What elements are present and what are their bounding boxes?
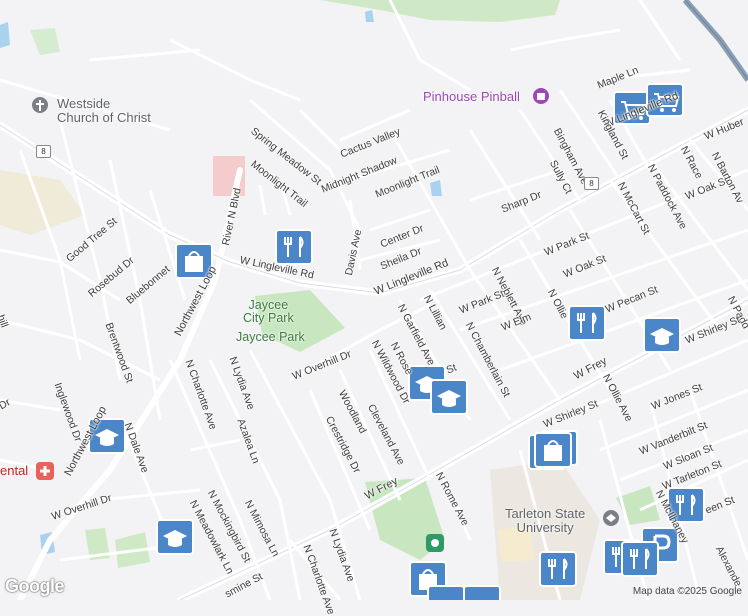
- school-pin-5[interactable]: [156, 519, 194, 555]
- park-icon[interactable]: [426, 534, 444, 552]
- water-2: [430, 180, 442, 196]
- church-icon[interactable]: [32, 97, 48, 113]
- restaurant-pin-2[interactable]: [568, 305, 606, 341]
- university-icon[interactable]: [603, 510, 619, 526]
- hospital-icon[interactable]: [36, 462, 54, 480]
- sand-left: [0, 170, 85, 235]
- poi-dental[interactable]: ental: [0, 464, 28, 478]
- pinball-icon[interactable]: [533, 88, 549, 104]
- poi-tarleton-state-university[interactable]: Tarleton State University: [505, 507, 585, 534]
- shopping-bag-pin-5[interactable]: [463, 585, 501, 600]
- google-logo: Google: [5, 576, 65, 596]
- map-data-attribution: Map data ©2025 Google: [632, 586, 742, 597]
- left-green-1: [30, 28, 60, 55]
- shopping-bag-pin-4[interactable]: [427, 585, 465, 600]
- poi-pinhouse-pinball[interactable]: Pinhouse Pinball: [423, 90, 520, 104]
- route-8-shield-right: 8: [584, 177, 599, 190]
- shopping-bag-pin-2[interactable]: [528, 430, 578, 470]
- water-4: [0, 22, 10, 48]
- poi-jaycee-park[interactable]: Jaycee Park: [236, 330, 305, 344]
- north-park-area: [320, 0, 560, 22]
- school-pin-3[interactable]: [430, 379, 468, 415]
- route-8-shield-left: 8: [36, 145, 51, 158]
- restaurant-pin-1[interactable]: [275, 229, 313, 265]
- poi-westside-church[interactable]: Westside Church of Christ: [57, 97, 151, 124]
- water-1: [365, 10, 374, 22]
- school-pin-1[interactable]: [643, 317, 681, 353]
- restaurant-pin-6[interactable]: [539, 551, 577, 587]
- poi-jaycee-city-park[interactable]: Jaycee City Park: [243, 298, 294, 325]
- highway: [682, 0, 748, 82]
- restaurant-pin-5[interactable]: [621, 541, 659, 577]
